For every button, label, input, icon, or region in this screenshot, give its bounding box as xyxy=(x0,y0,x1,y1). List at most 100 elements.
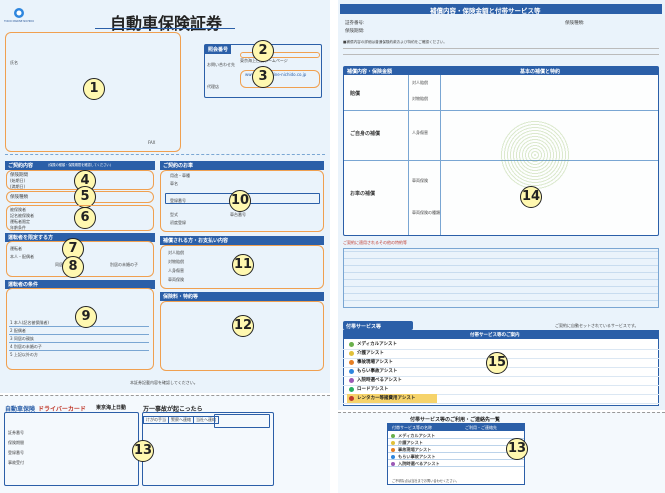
coverage-liability-label: 賠償 xyxy=(350,91,361,97)
service-bullet-icon xyxy=(349,396,354,401)
service-name: 入院時選べるアシスト xyxy=(357,378,402,383)
logo-text: TOKIO MARINE NICHIDO xyxy=(4,20,35,23)
policy-number-label: 証券番号: xyxy=(345,21,365,26)
coverage-row-4: 車両保険 xyxy=(168,277,184,282)
service-name: 事故現場アシスト xyxy=(357,360,393,365)
summary-list: メディカルアシスト 介護アシスト 事故現場アシスト もらい事故アシスト 入院時選べるアシ… xyxy=(388,432,524,478)
summary-col2: ご利用・ご連絡先 xyxy=(465,425,497,430)
car-section-header: ご契約のお車 xyxy=(160,161,324,170)
car-usage-label: 用途・車種 xyxy=(170,173,190,178)
special-terms-area xyxy=(343,248,659,308)
special-notice: ご契約に適用されるその他の特約等 xyxy=(343,240,407,245)
bottom-note: 本証券記載内容を確認してください。 xyxy=(130,380,198,385)
service-item: 事故現場アシスト xyxy=(347,358,437,367)
contact-person: 代理店 xyxy=(207,84,219,89)
coverage-row-3: 人身傷害 xyxy=(168,268,184,273)
insured-name-label: 氏名 xyxy=(10,60,18,65)
summary-bullet-icon xyxy=(391,461,395,466)
service-item: 入院時選べるアシスト xyxy=(347,376,437,385)
marker-13-left: 13 xyxy=(132,440,154,462)
card-row-2: 保険期間 xyxy=(8,440,24,445)
fax-label: FAX xyxy=(148,140,156,145)
services-note: ご契約に自動セットされているサービスです。 xyxy=(555,323,639,328)
end-label: (満期日) xyxy=(10,184,26,189)
driver-label: 運転者 xyxy=(10,246,22,251)
service-bullet-icon xyxy=(349,387,354,392)
summary-bullet-icon xyxy=(391,447,395,452)
card-row-3: 登録番号 xyxy=(8,450,24,455)
service-bullet-icon xyxy=(349,369,354,374)
coverage-table-header: 補償内容・保険金額 xyxy=(347,69,393,75)
marker-11: 11 xyxy=(232,254,254,276)
service-bullet-icon xyxy=(349,351,354,356)
policy-type-label: 保険種類: xyxy=(565,21,585,26)
card-row-4: 事故受付 xyxy=(8,460,24,465)
marker-8: 8 xyxy=(62,256,84,278)
service-name: レンタカー等諸費用アシスト xyxy=(357,396,416,401)
premium-section-header: 保険料・特約等 xyxy=(160,292,324,301)
summary-col1: 付帯サービス等の名称 xyxy=(392,425,432,430)
service-item: ロードアシスト xyxy=(347,385,437,394)
service-name: ロードアシスト xyxy=(357,387,389,392)
service-name: メディカルアシスト xyxy=(357,342,398,347)
summary-item: 事故現場アシスト xyxy=(388,446,524,453)
car-name-label: 車名 xyxy=(170,181,178,186)
marker-2: 2 xyxy=(252,40,274,62)
summary-item: 入院時選べるアシスト xyxy=(388,460,524,467)
policy-period-label: 保険期間: xyxy=(345,29,365,34)
right-page-title: 補償内容・保険金額と付帯サービス等 xyxy=(430,7,541,15)
coverage-personal-injury: 人身傷害 xyxy=(412,130,428,135)
summary-item: 介護アシスト xyxy=(388,439,524,446)
marker-3: 3 xyxy=(252,66,274,88)
coverage-row-1: 対人賠償 xyxy=(168,250,184,255)
service-name: 介護アシスト xyxy=(357,351,384,356)
marker-10: 10 xyxy=(229,190,251,212)
contact-label: お問い合わせ先 xyxy=(207,62,235,67)
coverage-property: 対物賠償 xyxy=(412,96,428,101)
coverage-section-header: 補償される方・お支払い内容 xyxy=(160,236,324,245)
service-bullet-icon xyxy=(349,378,354,383)
summary-bullet-icon xyxy=(391,454,395,459)
car-first-reg-label: 初度登録 xyxy=(170,220,186,225)
summary-bullet-icon xyxy=(391,440,395,445)
coverage-bodily: 対人賠償 xyxy=(412,80,428,85)
coverage-row-2: 対物賠償 xyxy=(168,259,184,264)
services-subheader: 付帯サービス等のご案内 xyxy=(470,333,520,338)
service-name: もらい事故アシスト xyxy=(357,369,398,374)
marker-15: 15 xyxy=(486,352,508,374)
card-company: 東京海上日動 xyxy=(96,405,127,411)
coverage-car-label: お車の補償 xyxy=(350,191,376,197)
page-title: 自動車保険証券 xyxy=(110,14,223,33)
car-model-label: 型式 xyxy=(170,212,178,217)
service-item: 介護アシスト xyxy=(347,349,437,358)
marker-9: 9 xyxy=(75,306,97,328)
coverage-vehicle-type: 車両保険の種類 xyxy=(412,210,440,215)
child-label: 別居の未婚の子 xyxy=(110,262,138,267)
marker-13-right: 13 xyxy=(506,438,528,460)
summary-footnote: ご不明な点は当社までお問い合わせください。 xyxy=(392,479,459,483)
service-item: もらい事故アシスト xyxy=(347,367,437,376)
coverage-self-label: ご自身の補償 xyxy=(350,131,381,137)
car-chassis-label: 車台番号 xyxy=(230,212,246,217)
marker-14: 14 xyxy=(520,186,542,208)
contract-note: (保険の種類・保険期間を確認してください) xyxy=(48,163,111,167)
service-item: メディカルアシスト xyxy=(347,340,437,349)
marker-12: 12 xyxy=(232,315,254,337)
summary-item: もらい事故アシスト xyxy=(388,453,524,460)
insurance-type-label: 保険種類 xyxy=(10,195,28,200)
age-condition-label: 年齢条件 xyxy=(10,225,26,230)
cond-row-5: 5 上記以外の方 xyxy=(10,352,38,357)
service-bullet-icon xyxy=(349,360,354,365)
service-bullet-icon xyxy=(349,342,354,347)
marker-6: 6 xyxy=(74,207,96,229)
summary-header: 付帯サービス等のご利用・ご連絡先一覧 xyxy=(410,417,501,423)
driver-card-box xyxy=(4,412,139,486)
services-header: 付帯サービス等 xyxy=(346,324,382,330)
card-row-1: 証券番号 xyxy=(8,430,24,435)
marker-1: 1 xyxy=(83,78,105,100)
service-item: レンタカー等諸費用アシスト xyxy=(347,394,437,403)
summary-item: メディカルアシスト xyxy=(388,432,524,439)
coverage-vehicle: 車両保険 xyxy=(412,178,428,183)
coverage-table-col: 基本の補償と特約 xyxy=(520,69,561,75)
spouse-label: 本人・配偶者 xyxy=(10,254,34,259)
